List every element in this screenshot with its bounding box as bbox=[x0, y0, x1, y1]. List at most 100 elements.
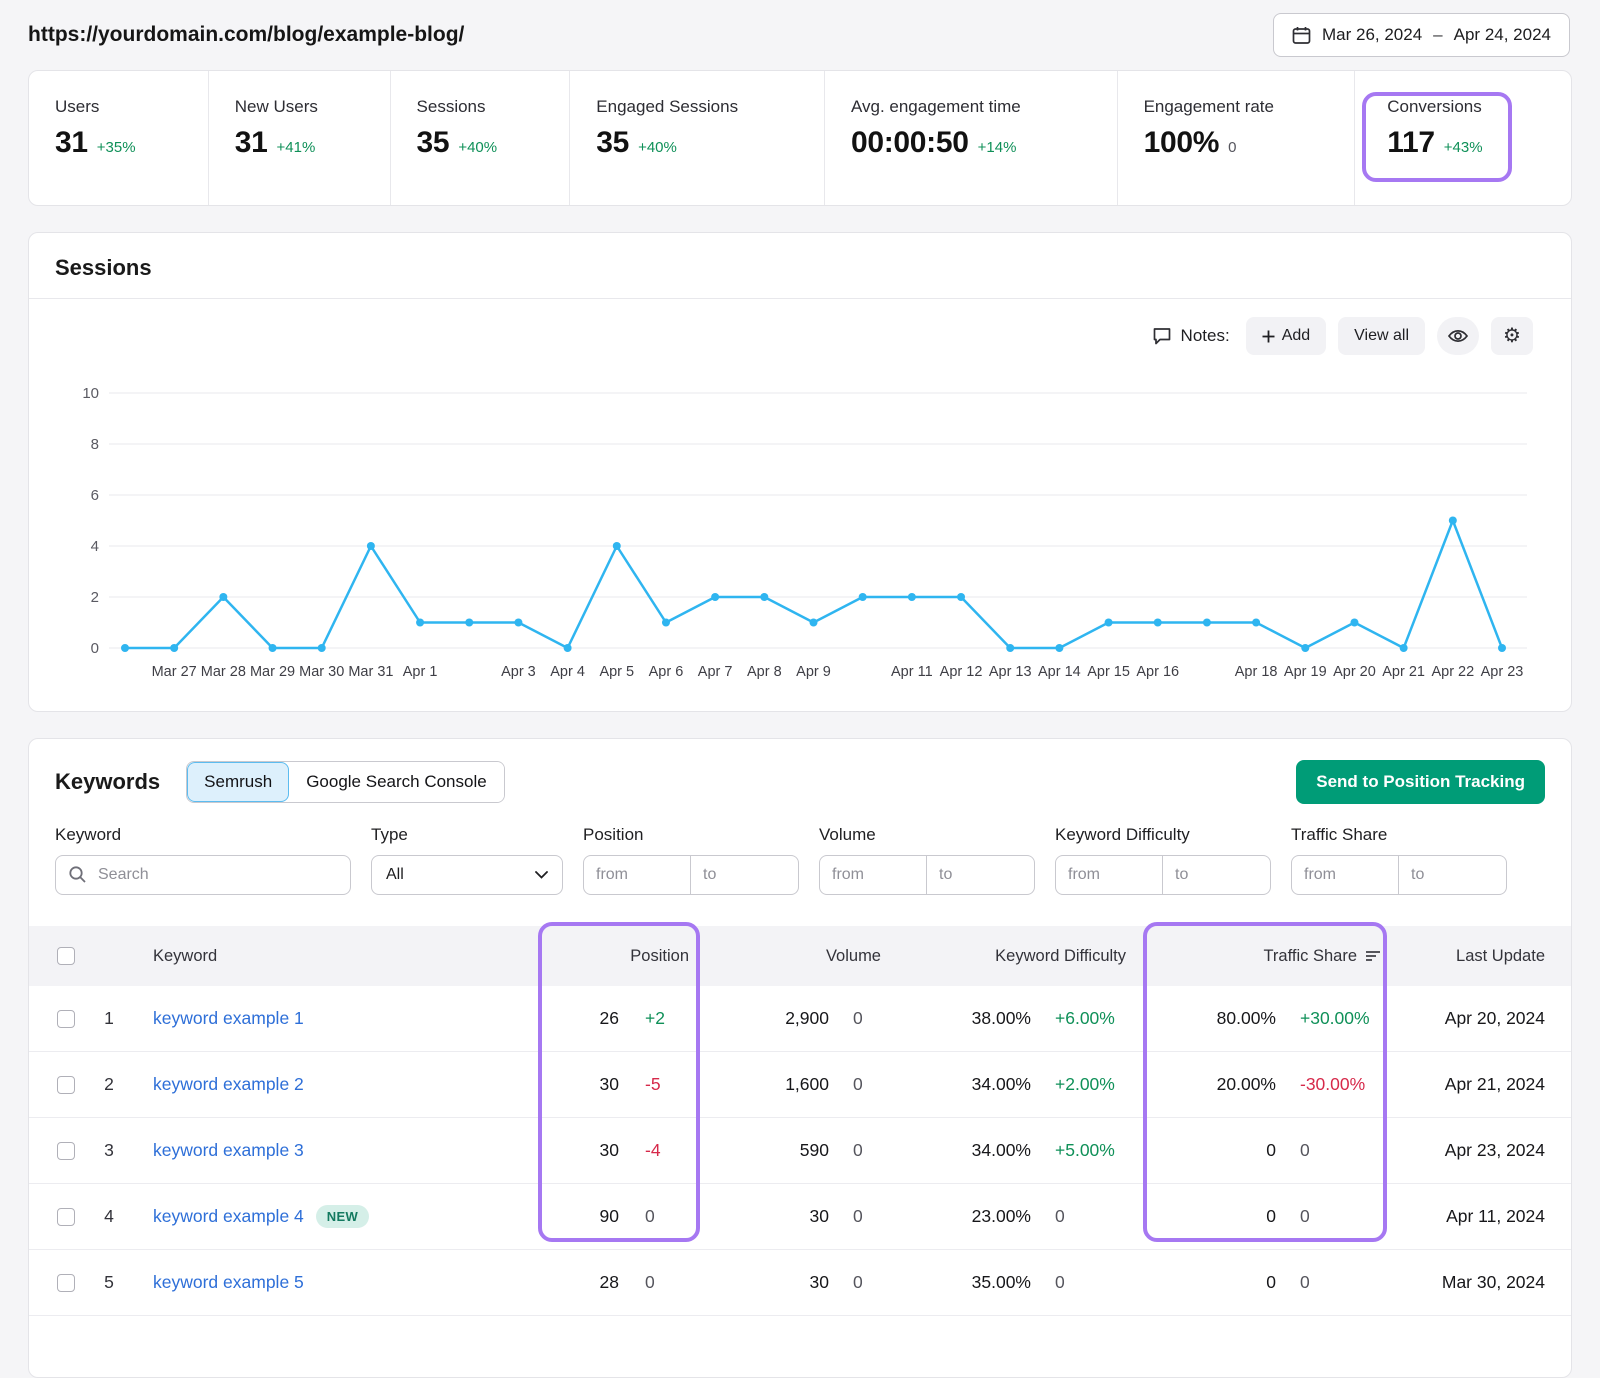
date-range-picker[interactable]: Mar 26, 2024 – Apr 24, 2024 bbox=[1273, 13, 1570, 57]
sessions-title: Sessions bbox=[29, 233, 1571, 298]
view-all-notes-button[interactable]: View all bbox=[1338, 317, 1425, 355]
filter-traffic-share: Traffic Share bbox=[1291, 825, 1507, 895]
volume-to-input[interactable] bbox=[927, 855, 1035, 895]
last-update: Apr 11, 2024 bbox=[1381, 1206, 1571, 1227]
sort-descending-icon[interactable] bbox=[1365, 950, 1381, 962]
filter-traffic-label: Traffic Share bbox=[1291, 825, 1507, 845]
kd-to-input[interactable] bbox=[1163, 855, 1271, 895]
keyword-search-input[interactable] bbox=[55, 855, 351, 895]
filter-position-label: Position bbox=[583, 825, 799, 845]
tab-semrush[interactable]: Semrush bbox=[187, 762, 289, 802]
position-delta: 0 bbox=[619, 1206, 689, 1227]
filter-type: Type All bbox=[371, 825, 563, 895]
keyword-difficulty-value: 35.00% bbox=[881, 1272, 1031, 1293]
metric-conversions: Conversions 117+43% bbox=[1355, 71, 1571, 205]
row-checkbox-cell bbox=[29, 1142, 87, 1160]
search-icon bbox=[68, 865, 87, 889]
sessions-chart: 0246810Mar 27Mar 28Mar 29Mar 30Mar 31Apr… bbox=[29, 359, 1571, 696]
metric-value-row: 100%0 bbox=[1144, 126, 1355, 160]
keyword-link[interactable]: keyword example 2 bbox=[153, 1074, 304, 1095]
kd-from-input[interactable] bbox=[1055, 855, 1163, 895]
filter-keyword-label: Keyword bbox=[55, 825, 351, 845]
volume-delta: 0 bbox=[829, 1272, 881, 1293]
row-checkbox[interactable] bbox=[57, 1142, 75, 1160]
metric-new-users: New Users31+41% bbox=[209, 71, 391, 205]
svg-text:Apr 18: Apr 18 bbox=[1235, 664, 1278, 680]
new-badge: NEW bbox=[316, 1205, 369, 1228]
volume-from-input[interactable] bbox=[819, 855, 927, 895]
chart-settings-button[interactable]: ⚙ bbox=[1491, 317, 1533, 355]
traffic-share-delta: +30.00% bbox=[1276, 1008, 1381, 1029]
position-to-input[interactable] bbox=[691, 855, 799, 895]
row-checkbox[interactable] bbox=[57, 1208, 75, 1226]
keyword-difficulty-value: 23.00% bbox=[881, 1206, 1031, 1227]
table-row: 1keyword example 126+22,900038.00%+6.00%… bbox=[29, 986, 1571, 1052]
traffic-share-delta: -30.00% bbox=[1276, 1074, 1381, 1095]
header-last-update: Last Update bbox=[1381, 947, 1571, 966]
traffic-share-delta: 0 bbox=[1276, 1206, 1381, 1227]
svg-text:8: 8 bbox=[91, 436, 99, 453]
row-checkbox[interactable] bbox=[57, 1010, 75, 1028]
metric-value: 31 bbox=[55, 126, 88, 160]
traffic-from-input[interactable] bbox=[1291, 855, 1399, 895]
svg-text:6: 6 bbox=[91, 487, 99, 504]
keyword-link[interactable]: keyword example 1 bbox=[153, 1008, 304, 1029]
svg-text:Apr 16: Apr 16 bbox=[1136, 664, 1179, 680]
metric-value-row: 117+43% bbox=[1387, 126, 1571, 160]
position-value: 26 bbox=[529, 1008, 619, 1029]
traffic-share-value: 20.00% bbox=[1126, 1074, 1276, 1095]
svg-text:Apr 15: Apr 15 bbox=[1087, 664, 1130, 680]
keyword-link[interactable]: keyword example 4 bbox=[153, 1206, 304, 1227]
keyword-difficulty-delta: +5.00% bbox=[1031, 1140, 1126, 1161]
metric-delta: +40% bbox=[638, 139, 677, 156]
keywords-filters: Keyword Type All Position bbox=[29, 819, 1571, 926]
header-keyword-difficulty: Keyword Difficulty bbox=[881, 947, 1126, 966]
keyword-link[interactable]: keyword example 3 bbox=[153, 1140, 304, 1161]
position-value: 28 bbox=[529, 1272, 619, 1293]
plus-icon bbox=[1262, 330, 1275, 343]
keyword-difficulty-value: 38.00% bbox=[881, 1008, 1031, 1029]
keyword-difficulty-value: 34.00% bbox=[881, 1140, 1031, 1161]
svg-text:Apr 6: Apr 6 bbox=[649, 664, 684, 680]
last-update: Apr 20, 2024 bbox=[1381, 1008, 1571, 1029]
add-note-button[interactable]: Add bbox=[1246, 317, 1326, 355]
position-from-input[interactable] bbox=[583, 855, 691, 895]
sessions-line-chart-svg: 0246810Mar 27Mar 28Mar 29Mar 30Mar 31Apr… bbox=[43, 361, 1559, 691]
metric-value: 35 bbox=[596, 126, 629, 160]
volume-delta: 0 bbox=[829, 1008, 881, 1029]
date-range-start: Mar 26, 2024 bbox=[1322, 25, 1422, 45]
position-value: 30 bbox=[529, 1074, 619, 1095]
notes-label-group: Notes: bbox=[1152, 326, 1230, 346]
keywords-title: Keywords bbox=[55, 769, 160, 795]
type-select[interactable]: All bbox=[371, 855, 563, 895]
keywords-header: Keywords Semrush Google Search Console S… bbox=[29, 739, 1571, 819]
metric-label: Conversions bbox=[1387, 97, 1571, 117]
row-checkbox[interactable] bbox=[57, 1076, 75, 1094]
filter-position: Position bbox=[583, 825, 799, 895]
gear-icon: ⚙ bbox=[1503, 326, 1521, 346]
send-to-position-tracking-button[interactable]: Send to Position Tracking bbox=[1296, 760, 1545, 804]
tab-google-search-console[interactable]: Google Search Console bbox=[289, 762, 504, 802]
metric-engagement-rate: Engagement rate 100%0 bbox=[1118, 71, 1356, 205]
metric-label: Sessions bbox=[417, 97, 570, 117]
notes-visibility-button[interactable] bbox=[1437, 317, 1479, 355]
keyword-difficulty-delta: +6.00% bbox=[1031, 1008, 1126, 1029]
table-row: 5keyword example 528030035.00%000Mar 30,… bbox=[29, 1250, 1571, 1316]
header-position: Position bbox=[529, 947, 689, 966]
svg-text:Apr 12: Apr 12 bbox=[940, 664, 983, 680]
select-all-checkbox[interactable] bbox=[57, 947, 75, 965]
svg-text:Apr 11: Apr 11 bbox=[891, 664, 933, 680]
metric-label: Engagement rate bbox=[1144, 97, 1355, 117]
type-select-value: All bbox=[386, 866, 404, 884]
metric-value-row: 00:00:50+14% bbox=[851, 126, 1117, 160]
eye-icon bbox=[1447, 327, 1469, 345]
volume-value: 1,600 bbox=[689, 1074, 829, 1095]
metric-delta: +40% bbox=[458, 139, 497, 156]
keyword-link[interactable]: keyword example 5 bbox=[153, 1272, 304, 1293]
row-checkbox[interactable] bbox=[57, 1274, 75, 1292]
notes-icon bbox=[1152, 326, 1172, 346]
traffic-to-input[interactable] bbox=[1399, 855, 1507, 895]
metric-delta: +41% bbox=[277, 139, 316, 156]
svg-text:Mar 29: Mar 29 bbox=[250, 664, 295, 680]
filter-keyword-difficulty: Keyword Difficulty bbox=[1055, 825, 1271, 895]
